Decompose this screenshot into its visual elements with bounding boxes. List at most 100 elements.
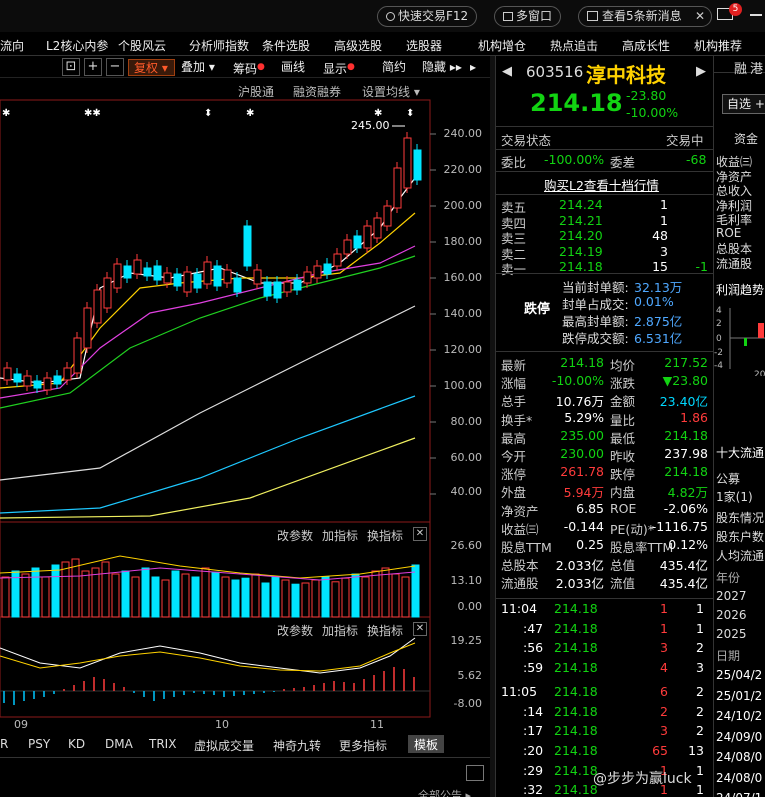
candle — [23, 375, 32, 387]
candle — [203, 261, 212, 285]
quote-row: 流通股 2.033亿 流值 435.4亿 — [501, 576, 708, 592]
vol-add-indicator[interactable]: 加指标 — [322, 527, 358, 544]
price-axis-240: 240.00 — [443, 127, 483, 140]
candle — [233, 277, 242, 293]
macd-switch-indicator[interactable]: 换指标 — [367, 622, 403, 639]
menu-item-advanced[interactable]: 高级选股 — [334, 37, 382, 54]
date-row: 24/10/2 — [716, 709, 763, 723]
all-announcements-link[interactable]: 全部公告 ▸ — [418, 787, 471, 797]
tab-td9[interactable]: 神奇九转 — [273, 737, 321, 754]
minimize-icon[interactable] — [750, 14, 762, 16]
divider — [0, 757, 493, 758]
vol-close-icon[interactable]: ✕ — [413, 527, 427, 541]
tick-row: 11:05 214.18 6 2 — [501, 683, 704, 699]
buy-l2-link[interactable]: 购买L2查看十档行情 — [496, 175, 714, 193]
volume-bar — [111, 573, 120, 618]
vol-edit-params[interactable]: 改参数 — [277, 527, 313, 544]
ma-line — [0, 305, 416, 481]
btn-gang[interactable]: 港 — [750, 58, 763, 77]
menu-item-stock-news[interactable]: 个股风云 — [118, 37, 166, 54]
volume-bar — [401, 576, 410, 618]
btn-rong[interactable]: 融 — [734, 58, 747, 77]
fuquan-dropdown[interactable]: 复权 ▾ — [128, 59, 175, 76]
candle — [83, 307, 92, 349]
tab-virtual-volume[interactable]: 虚拟成交量 — [194, 737, 254, 754]
zoom-out-icon[interactable]: − — [106, 58, 124, 76]
candle — [193, 273, 202, 289]
menu-item-growth[interactable]: 高成长性 — [622, 37, 670, 54]
tag-hsgt[interactable]: 沪股通 — [238, 83, 274, 100]
collapse-icon[interactable] — [466, 765, 484, 781]
draw-line-button[interactable]: 画线 — [281, 59, 305, 76]
macd-edit-params[interactable]: 改参数 — [277, 622, 313, 639]
chips-button[interactable]: 筹码● — [233, 59, 265, 76]
price-axis-60: 60.00 — [450, 451, 483, 464]
expand-icon[interactable]: ▸ — [470, 59, 476, 76]
menu-item-flow[interactable]: 流向 — [0, 37, 24, 54]
candle — [33, 380, 42, 389]
volume-bar — [51, 564, 60, 618]
menu-item-recommend[interactable]: 机构推荐 — [694, 37, 742, 54]
candle — [53, 375, 62, 385]
add-watchlist-button[interactable]: 自选 + — [722, 94, 765, 114]
wei-row: 委比 -100.00% 委差 -68 — [501, 152, 707, 170]
multi-window-button[interactable]: 多窗口 — [494, 6, 562, 27]
simple-button[interactable]: 简约 — [382, 59, 406, 76]
kline-chart[interactable]: ✱ ✱✱ ⬍ ✱ ✱ ⬍ 沪股通 融资融券 设置均线 ▾ 245.00 240.00 22… — [0, 78, 490, 783]
volume-bar — [31, 567, 40, 618]
top-holders-title: 十大流通 — [716, 446, 765, 460]
fund-value: 1家(1) — [716, 490, 753, 504]
candle — [183, 271, 192, 293]
tag-margin[interactable]: 融资融券 — [293, 83, 341, 100]
next-stock-icon[interactable]: ▶ — [696, 64, 706, 79]
trend-axis-m4: -4 — [714, 361, 723, 371]
date-row: 24/08/0 — [716, 750, 763, 764]
finance-item: 流通股 — [716, 256, 753, 271]
tab-dma[interactable]: DMA — [105, 737, 133, 751]
tag-ma-settings[interactable]: 设置均线 ▾ — [362, 83, 420, 100]
tab-psy[interactable]: PSY — [28, 737, 50, 751]
menu-item-selector[interactable]: 选股器 — [406, 37, 442, 54]
macd-close-icon[interactable]: ✕ — [413, 622, 427, 636]
prev-stock-icon[interactable]: ◀ — [502, 64, 512, 79]
volume-bar — [251, 573, 260, 618]
volume-bar — [301, 582, 310, 618]
display-button[interactable]: 显示● — [323, 59, 355, 76]
trend-axis-m2: -2 — [714, 348, 723, 358]
candle — [63, 367, 72, 381]
hide-button[interactable]: 隐藏 ▸▸ — [422, 59, 462, 76]
tab-trix[interactable]: TRIX — [149, 737, 176, 751]
quick-trade-button[interactable]: 快速交易F12 — [377, 6, 478, 27]
news-button[interactable]: 查看5条新消息 ✕ — [578, 6, 712, 27]
per-capita[interactable]: 人均流通 — [716, 547, 764, 564]
macd-add-indicator[interactable]: 加指标 — [322, 622, 358, 639]
volume-bar — [311, 579, 320, 618]
menu-item-analyst[interactable]: 分析师指数 — [189, 37, 249, 54]
tab-template[interactable]: 模板 — [408, 735, 445, 753]
volume-bar — [141, 567, 150, 618]
volume-bar — [191, 576, 200, 618]
event-marker: ✱ — [374, 108, 382, 119]
menu-item-l2[interactable]: L2核心内参 — [46, 37, 108, 54]
holder-info[interactable]: 股东情况 — [716, 509, 764, 526]
macd-axis-top: 19.25 — [450, 634, 483, 647]
fund-tab[interactable]: 资金 — [734, 130, 758, 147]
vol-switch-indicator[interactable]: 换指标 — [367, 527, 403, 544]
tab-more[interactable]: 更多指标 — [339, 737, 387, 754]
volume-bar — [181, 573, 190, 618]
date-row: 24/09/0 — [716, 729, 763, 744]
tab-kd[interactable]: KD — [68, 737, 85, 751]
zoom-in-icon[interactable]: + — [84, 58, 102, 76]
tab-r[interactable]: R — [0, 737, 8, 751]
price-axis-120: 120.00 — [443, 343, 483, 356]
menu-item-hotspot[interactable]: 热点追击 — [550, 37, 598, 54]
year-row: 2027 — [716, 589, 747, 603]
overlay-dropdown[interactable]: 叠加 ▾ — [181, 59, 215, 76]
close-icon[interactable]: ✕ — [695, 7, 705, 26]
lock-icon[interactable]: ⊡ — [62, 58, 80, 76]
menu-item-condition[interactable]: 条件选股 — [262, 37, 310, 54]
volume-bar — [1, 576, 10, 618]
holder-count[interactable]: 股东户数 — [716, 528, 764, 545]
menu-item-institution-add[interactable]: 机构增仓 — [478, 37, 526, 54]
volume-bar — [351, 573, 360, 618]
